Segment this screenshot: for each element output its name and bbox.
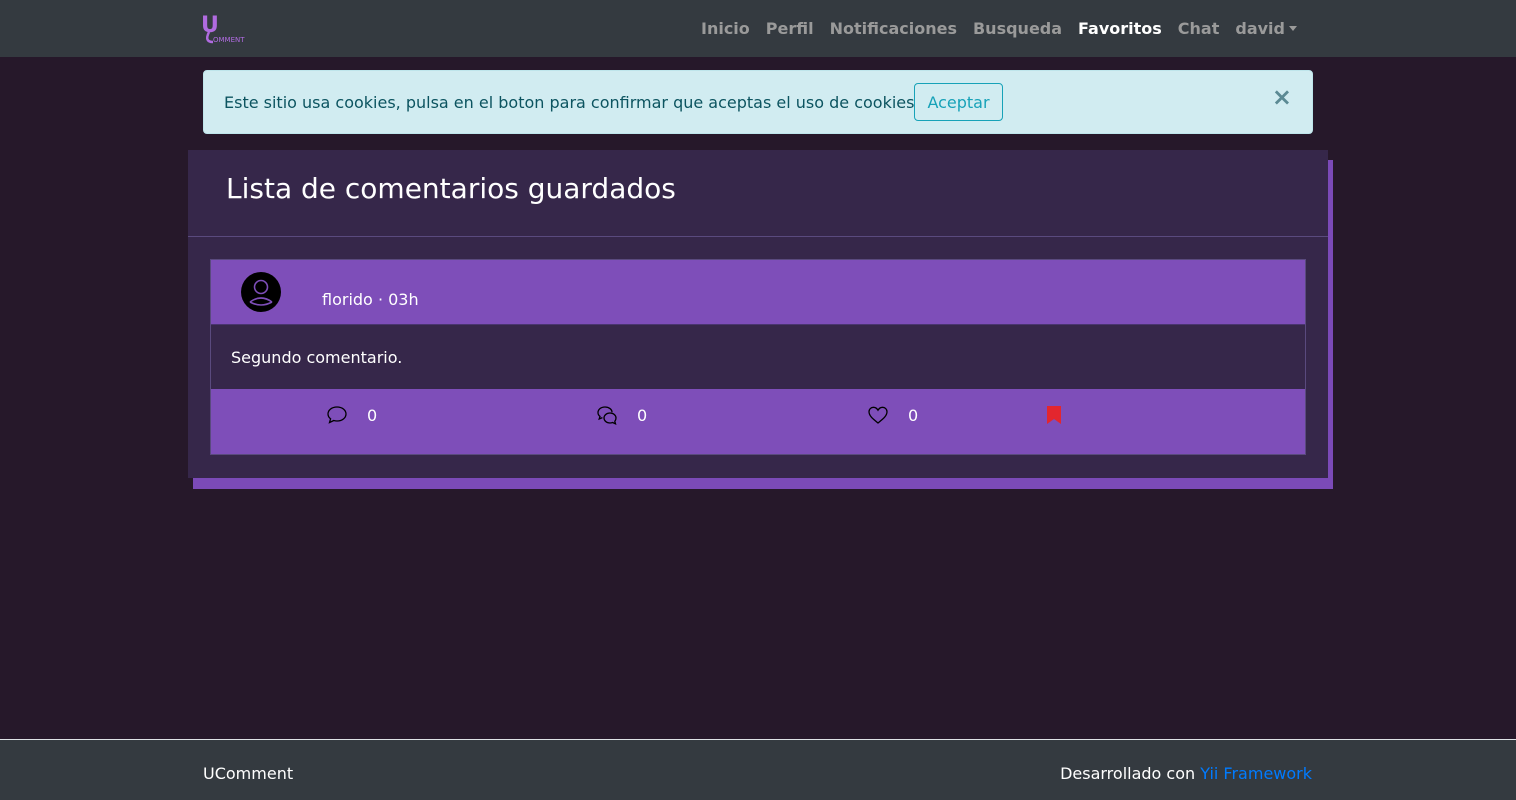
nav-item-notificaciones[interactable]: Notificaciones [822,0,965,57]
user-avatar-icon[interactable] [241,272,281,312]
nav-item-perfil[interactable]: Perfil [758,0,822,57]
comment-author[interactable]: florido [322,290,373,309]
comment-item[interactable]: florido · 03h Segundo comentario. 0 0 0 [210,259,1306,455]
comment-meta: florido · 03h [322,290,419,309]
yii-framework-link[interactable]: Yii Framework [1200,764,1312,783]
comment-actions: 0 0 0 [211,389,1305,454]
like-count: 0 [908,405,919,425]
like-action[interactable]: 0 [867,403,918,427]
reply-count: 0 [367,405,378,425]
accept-cookies-button[interactable]: Aceptar [914,83,1003,121]
meta-separator: · [377,290,384,309]
navbar: U OMMENT Inicio Perfil Notificaciones Bu… [0,0,1516,57]
svg-text:OMMENT: OMMENT [213,36,245,44]
nav-item-favoritos[interactable]: Favoritos [1070,0,1170,57]
nav-item-busqueda[interactable]: Busqueda [965,0,1070,57]
page-title: Lista de comentarios guardados [226,172,676,205]
nav-item-chat[interactable]: Chat [1170,0,1228,57]
quote-count: 0 [637,405,648,425]
svg-text:U: U [201,13,219,38]
heart-icon [868,406,888,424]
comments-icon [597,406,617,425]
card-header: Lista de comentarios guardados [188,150,1328,237]
footer-credit-text: Desarrollado con [1060,764,1196,783]
quote-action[interactable]: 0 [596,403,647,427]
bookmark-icon [1047,406,1061,424]
footer: UComment Desarrollado con Yii Framework [0,739,1516,800]
reply-action[interactable]: 0 [326,403,377,427]
nav-links: Inicio Perfil Notificaciones Busqueda Fa… [693,0,1305,57]
footer-credit: Desarrollado con Yii Framework [1060,764,1312,783]
saved-comments-card: Lista de comentarios guardados florido ·… [188,150,1328,478]
user-name: david [1235,19,1285,38]
comment-text: Segundo comentario. [231,348,403,367]
comment-header: florido · 03h [211,260,1305,325]
caret-down-icon [1289,26,1297,31]
comment-body: Segundo comentario. [211,325,1305,389]
ucomment-logo[interactable]: U OMMENT [201,12,257,46]
cookie-alert: Este sitio usa cookies, pulsa en el boto… [203,70,1313,134]
close-icon[interactable]: × [1272,83,1292,111]
comment-icon [327,406,347,424]
nav-item-inicio[interactable]: Inicio [693,0,758,57]
comment-time: 03h [388,290,419,309]
user-dropdown[interactable]: david [1227,0,1305,57]
cookie-message: Este sitio usa cookies, pulsa en el boto… [224,93,915,112]
bookmark-action[interactable] [1043,403,1065,427]
footer-brand: UComment [203,764,294,783]
